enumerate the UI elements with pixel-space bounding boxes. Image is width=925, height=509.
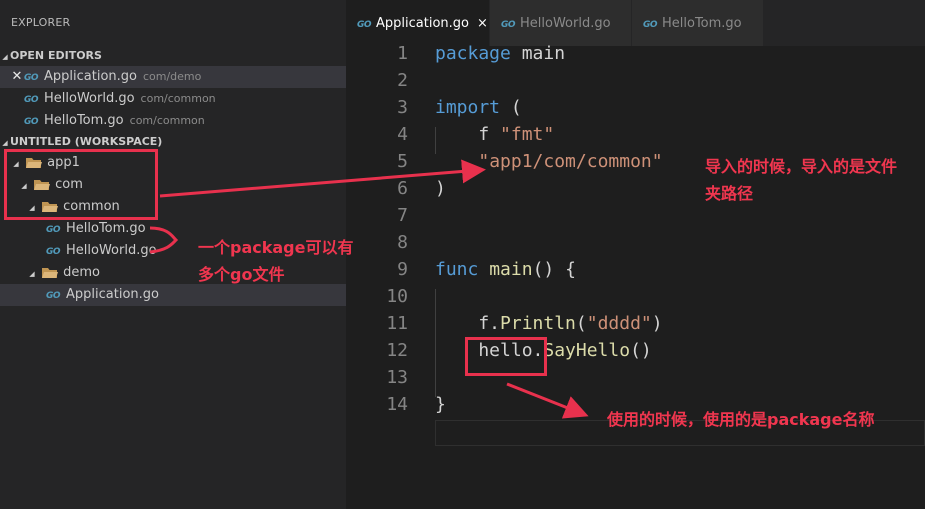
- folder-open-icon: [42, 267, 59, 278]
- annotation-text: 导入的时候，导入的是文件: [705, 157, 898, 176]
- code-line-6: ): [435, 178, 446, 199]
- open-editor-path: com/demo: [142, 70, 202, 83]
- tree-label: demo: [63, 265, 101, 280]
- open-editor-name: HelloTom.go: [44, 113, 124, 128]
- line-number: 9: [397, 259, 408, 280]
- line-number: 11: [386, 313, 408, 334]
- close-icon[interactable]: ×: [477, 16, 488, 31]
- open-editor-application[interactable]: ✕ GO Application.go com/demo: [0, 66, 346, 88]
- go-file-icon: GO: [45, 291, 61, 301]
- explorer-title: EXPLORER: [11, 16, 71, 29]
- tab-label: HelloTom.go: [662, 16, 742, 31]
- tree-label: HelloWorld.go: [66, 243, 157, 258]
- line-number: 6: [397, 178, 408, 199]
- open-editor-name: Application.go: [44, 69, 137, 84]
- go-file-icon: GO: [642, 20, 658, 30]
- go-file-icon: GO: [23, 117, 39, 127]
- line-number: 8: [397, 232, 408, 253]
- code-text: () {: [532, 259, 576, 280]
- open-editor-path: com/common: [140, 92, 216, 105]
- tab-hellotom[interactable]: GO HelloTom.go: [632, 0, 764, 46]
- go-file-icon: GO: [356, 20, 372, 30]
- line-number: 7: [397, 205, 408, 226]
- expanded-triangle-icon: ◢: [29, 270, 35, 278]
- line-number: 2: [397, 70, 408, 91]
- annotation-text: 多个go文件: [198, 265, 285, 284]
- open-editor-helloworld[interactable]: GO HelloWorld.go com/common: [0, 88, 346, 110]
- tree-label: Application.go: [66, 287, 159, 302]
- go-file-icon: GO: [23, 73, 39, 83]
- annotation-package-note: 一个package可以有 多个go文件: [198, 234, 353, 288]
- close-icon[interactable]: ✕: [11, 66, 23, 88]
- open-editor-hellotom[interactable]: GO HelloTom.go com/common: [0, 110, 346, 132]
- keyword: import: [435, 97, 501, 118]
- line-number: 14: [386, 394, 408, 415]
- code-line-9: func main() {: [435, 259, 576, 280]
- code-text: f.: [435, 313, 501, 334]
- tab-label: Application.go: [376, 16, 469, 31]
- keyword: func: [435, 259, 479, 280]
- open-editor-path: com/common: [129, 114, 205, 127]
- string-literal: "fmt": [500, 124, 555, 145]
- code-text: (: [500, 97, 522, 118]
- tab-bar: GO Application.go × GO HelloWorld.go GO Hell…: [346, 0, 925, 46]
- open-editors-label: OPEN EDITORS: [10, 49, 102, 62]
- go-file-icon: GO: [23, 95, 39, 105]
- line-number: 10: [386, 286, 408, 307]
- go-file-icon: GO: [500, 20, 516, 30]
- annotation-import-note: 导入的时候，导入的是文件 夹路径: [705, 153, 897, 207]
- annotation-box-folders: [4, 149, 158, 220]
- annotation-text: 夹路径: [705, 184, 754, 203]
- code-text: main: [510, 43, 566, 64]
- code-line-1: package main: [435, 43, 565, 64]
- tree-label: HelloTom.go: [66, 221, 146, 236]
- code-line-5: "app1/com/common": [435, 151, 663, 172]
- function-name: SayHello: [543, 340, 631, 361]
- open-editors-header[interactable]: ◢ OPEN EDITORS: [0, 46, 346, 66]
- string-literal: "app1/com/common": [478, 151, 663, 172]
- annotation-usage-note: 使用的时候，使用的是package名称: [607, 410, 875, 429]
- line-number: 12: [386, 340, 408, 361]
- function-name: main: [489, 259, 533, 280]
- code-text: (): [630, 340, 652, 361]
- code-editor[interactable]: 1 2 3 4 5 6 7 8 9 10 11 12 13 14 package…: [346, 43, 925, 509]
- tab-label: HelloWorld.go: [520, 16, 611, 31]
- code-line-11: f.Println("dddd"): [435, 313, 663, 334]
- go-file-icon: GO: [45, 225, 61, 235]
- tab-helloworld[interactable]: GO HelloWorld.go: [490, 0, 632, 46]
- annotation-box-hello: [465, 337, 547, 376]
- function-name: Println: [500, 313, 576, 334]
- workspace-label: UNTITLED (WORKSPACE): [10, 135, 163, 148]
- code-line-14: }: [435, 394, 446, 415]
- code-line-3: import (: [435, 97, 522, 118]
- line-number: 5: [397, 151, 408, 172]
- string-literal: "dddd": [586, 313, 652, 334]
- line-number: 4: [397, 124, 408, 145]
- line-number: 1: [397, 43, 408, 64]
- code-text: (: [575, 313, 587, 334]
- collapse-triangle-icon: ◢: [2, 53, 8, 61]
- line-number: 13: [386, 367, 408, 388]
- line-number: 3: [397, 97, 408, 118]
- code-line-4: f "fmt": [435, 124, 554, 145]
- code-text: ): [651, 313, 663, 334]
- go-file-icon: GO: [45, 247, 61, 257]
- open-editor-name: HelloWorld.go: [44, 91, 135, 106]
- code-text: f: [435, 124, 501, 145]
- keyword: package: [435, 43, 511, 64]
- tab-application[interactable]: GO Application.go ×: [346, 0, 490, 46]
- annotation-text: 一个package可以有: [198, 238, 354, 257]
